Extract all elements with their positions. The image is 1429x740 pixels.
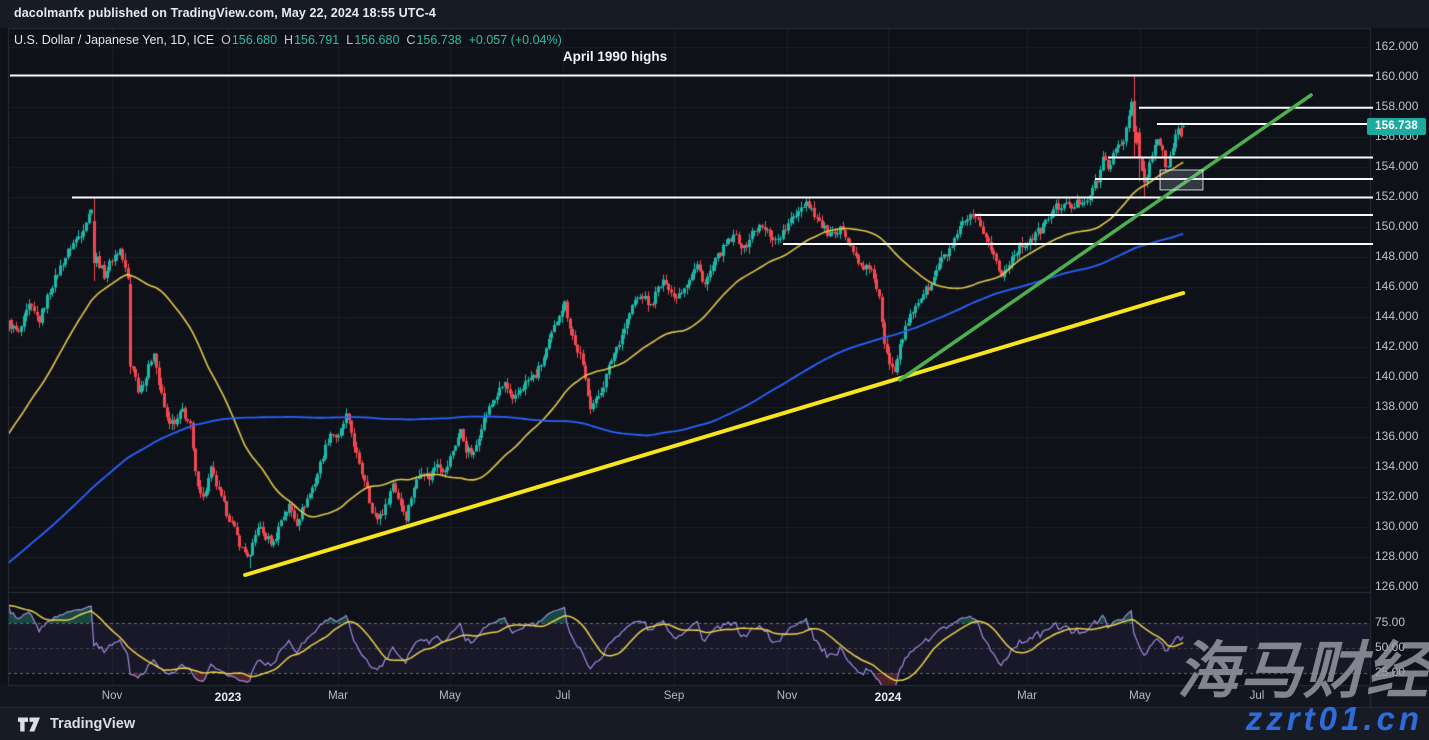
tradingview-brand-text[interactable]: TradingView	[50, 716, 135, 732]
chart-area[interactable]: U.S. Dollar / Japanese Yen, 1D, ICE O156…	[0, 28, 1429, 707]
date-axis-label-may: May	[1112, 690, 1168, 702]
price-axis-label: 138.000	[1375, 399, 1427, 414]
date-axis-label-jul: Jul	[535, 690, 591, 702]
date-axis-label-sep: Sep	[646, 690, 702, 702]
price-axis-label: 160.000	[1375, 69, 1427, 84]
symbol-title: U.S. Dollar / Japanese Yen, 1D, ICE	[14, 33, 214, 47]
publisher-text: dacolmanfx published on TradingView.com,…	[0, 0, 1429, 20]
watermark-url: zzrt01.cn	[1246, 700, 1423, 738]
date-axis-label-nov: Nov	[759, 690, 815, 702]
ohlc-low: L156.680	[346, 33, 399, 47]
publisher-bar: dacolmanfx published on TradingView.com,…	[0, 0, 1429, 29]
ohlc-high: H156.791	[284, 33, 339, 47]
date-axis-label-may: May	[422, 690, 478, 702]
chart-canvas[interactable]	[0, 28, 1429, 739]
watermark-cjk: 海马财经	[1177, 638, 1429, 706]
date-axis-label-mar: Mar	[310, 690, 366, 702]
ohlc-open: O156.680	[221, 33, 277, 47]
symbol-legend: U.S. Dollar / Japanese Yen, 1D, ICE O156…	[14, 32, 562, 48]
date-axis-label-mar: Mar	[999, 690, 1055, 702]
price-axis-label: 128.000	[1375, 549, 1427, 564]
date-axis-label-2023: 2023	[200, 690, 256, 704]
price-axis-label: 154.000	[1375, 159, 1427, 174]
tradingview-published-chart-page: { "header": { "publisher_line": "dacolma…	[0, 0, 1429, 739]
price-axis-label: 146.000	[1375, 279, 1427, 294]
date-axis-label-nov: Nov	[84, 690, 140, 702]
tradingview-logo[interactable]	[18, 717, 42, 732]
price-axis-label: 144.000	[1375, 309, 1427, 324]
ohlc-close: C156.738	[406, 33, 461, 47]
date-axis-label-2024: 2024	[860, 690, 916, 704]
price-axis-label: 136.000	[1375, 429, 1427, 444]
price-axis-label: 130.000	[1375, 519, 1427, 534]
price-axis-label: 134.000	[1375, 459, 1427, 474]
annotation-april-1990-highs[interactable]: April 1990 highs	[500, 49, 730, 64]
rsi-axis-label: 75.00	[1375, 615, 1421, 630]
footer-bar: TradingView	[0, 707, 1429, 740]
price-axis-label: 158.000	[1375, 99, 1427, 114]
price-axis-label: 148.000	[1375, 249, 1427, 264]
price-axis-label: 142.000	[1375, 339, 1427, 354]
last-price-label: 156.738	[1367, 118, 1426, 135]
price-axis-label: 150.000	[1375, 219, 1427, 234]
price-axis-label: 126.000	[1375, 579, 1427, 594]
price-axis-label: 162.000	[1375, 39, 1427, 54]
change-value: +0.057 (+0.04%)	[469, 33, 562, 47]
price-axis-label: 132.000	[1375, 489, 1427, 504]
price-axis-label: 152.000	[1375, 189, 1427, 204]
price-axis-label: 140.000	[1375, 369, 1427, 384]
